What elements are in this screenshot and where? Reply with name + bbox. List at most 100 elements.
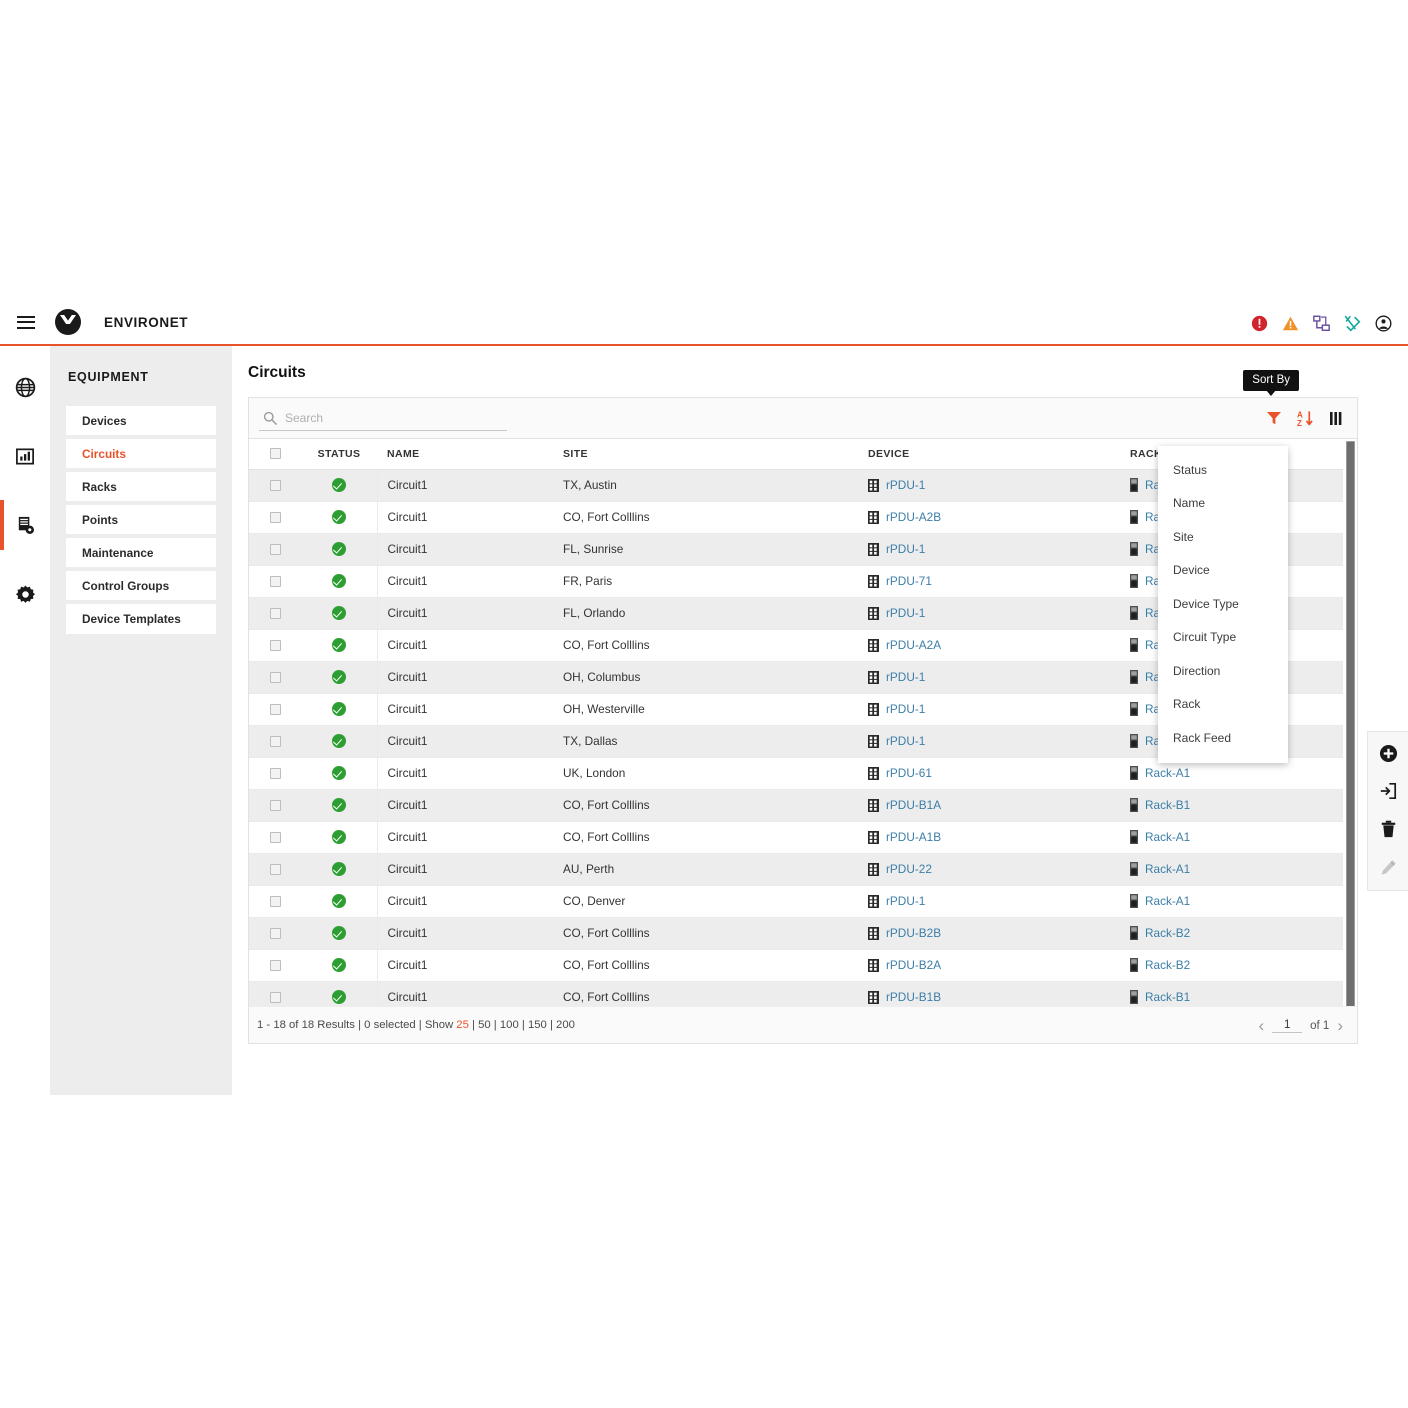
sidebar-item-circuits[interactable]: Circuits — [66, 439, 216, 469]
table-vertical-scrollbar[interactable] — [1346, 441, 1355, 1006]
sort-arrows-icon[interactable]: A Z — [1297, 410, 1314, 427]
device-link[interactable]: rPDU-1 — [886, 894, 925, 908]
row-checkbox[interactable] — [269, 960, 281, 972]
device-link[interactable]: rPDU-22 — [886, 862, 932, 876]
page-size-100[interactable]: 100 — [500, 1019, 519, 1031]
rack-link[interactable]: Rack-B1 — [1145, 798, 1190, 812]
table-row[interactable]: Circuit1 AU, Perth rPDU-22 Rack-A1 — [249, 853, 1343, 886]
row-checkbox[interactable] — [269, 704, 281, 716]
device-link[interactable]: rPDU-A2A — [886, 638, 941, 652]
table-footer: 1 - 18 of 18 Results | 0 selected | Show… — [249, 1006, 1357, 1043]
row-checkbox[interactable] — [269, 640, 281, 652]
device-link[interactable]: rPDU-B1A — [886, 798, 941, 812]
row-checkbox[interactable] — [269, 672, 281, 684]
user-account-icon[interactable] — [1375, 315, 1392, 332]
row-checkbox[interactable] — [269, 864, 281, 876]
rack-link[interactable]: Rack-A1 — [1145, 766, 1190, 780]
column-header-device[interactable]: DEVICE — [858, 439, 1120, 470]
device-link[interactable]: rPDU-1 — [886, 478, 925, 492]
table-row[interactable]: Circuit1 CO, Fort Colllins rPDU-B1B Rack-B1 — [249, 981, 1343, 1006]
table-row[interactable]: Circuit1 CO, Fort Colllins rPDU-B2A Rack-B2 — [249, 949, 1343, 982]
chevron-right-icon[interactable]: › — [1337, 1017, 1343, 1034]
device-link[interactable]: rPDU-B2A — [886, 958, 941, 972]
edit-button[interactable] — [1377, 856, 1399, 878]
column-header-status[interactable]: STATUS — [301, 439, 377, 470]
device-link[interactable]: rPDU-1 — [886, 606, 925, 620]
device-link[interactable]: rPDU-1 — [886, 734, 925, 748]
table-row[interactable]: Circuit1 CO, Fort Colllins rPDU-A1B Rack-A1 — [249, 821, 1343, 854]
sort-option-circuit-type[interactable]: Circuit Type — [1158, 621, 1288, 655]
device-link[interactable]: rPDU-1 — [886, 670, 925, 684]
page-size-25[interactable]: 25 — [456, 1019, 469, 1031]
alert-warning-icon[interactable] — [1282, 315, 1299, 332]
rail-item-global[interactable] — [0, 366, 50, 408]
pdu-device-icon — [868, 702, 879, 716]
device-link[interactable]: rPDU-1 — [886, 542, 925, 556]
row-checkbox[interactable] — [269, 800, 281, 812]
device-link[interactable]: rPDU-B2B — [886, 926, 941, 940]
page-size-50[interactable]: 50 — [478, 1019, 491, 1031]
table-row[interactable]: Circuit1 CO, Fort Colllins rPDU-B2B Rack-B2 — [249, 917, 1343, 950]
sidebar-item-racks[interactable]: Racks — [66, 472, 216, 502]
page-number-input[interactable]: 1 — [1272, 1019, 1303, 1033]
rack-link[interactable]: Rack-A1 — [1145, 894, 1190, 908]
network-icon[interactable] — [1313, 315, 1330, 332]
sidebar-item-control-groups[interactable]: Control Groups — [66, 571, 216, 601]
hamburger-menu-icon[interactable] — [17, 315, 35, 329]
alert-critical-icon[interactable] — [1251, 315, 1268, 332]
rack-link[interactable]: Rack-B2 — [1145, 926, 1190, 940]
table-row[interactable]: Circuit1 CO, Fort Colllins rPDU-B1A Rack-B1 — [249, 789, 1343, 822]
rail-item-equipment[interactable] — [0, 500, 50, 550]
row-checkbox[interactable] — [269, 544, 281, 556]
add-button[interactable] — [1377, 742, 1399, 764]
rack-link[interactable]: Rack-A1 — [1145, 862, 1190, 876]
filter-funnel-icon[interactable] — [1266, 410, 1282, 426]
sort-option-direction[interactable]: Direction — [1158, 654, 1288, 688]
columns-icon[interactable] — [1329, 411, 1345, 426]
sort-option-name[interactable]: Name — [1158, 487, 1288, 521]
sidebar-item-maintenance[interactable]: Maintenance — [66, 538, 216, 568]
row-checkbox[interactable] — [269, 512, 281, 524]
sort-option-device[interactable]: Device — [1158, 554, 1288, 588]
rail-item-reports[interactable] — [0, 435, 50, 477]
column-header-name[interactable]: NAME — [377, 439, 553, 470]
column-header-site[interactable]: SITE — [553, 439, 858, 470]
row-checkbox[interactable] — [269, 576, 281, 588]
sidebar-item-device-templates[interactable]: Device Templates — [66, 604, 216, 634]
row-checkbox[interactable] — [269, 992, 281, 1004]
device-link[interactable]: rPDU-1 — [886, 702, 925, 716]
search-input[interactable] — [285, 410, 485, 425]
rack-link[interactable]: Rack-B1 — [1145, 990, 1190, 1004]
row-checkbox[interactable] — [269, 480, 281, 492]
sort-option-site[interactable]: Site — [1158, 520, 1288, 554]
chevron-left-icon[interactable]: ‹ — [1258, 1017, 1264, 1034]
sort-option-device-type[interactable]: Device Type — [1158, 587, 1288, 621]
row-checkbox[interactable] — [269, 896, 281, 908]
sort-option-rack-feed[interactable]: Rack Feed — [1158, 721, 1288, 755]
row-checkbox[interactable] — [269, 768, 281, 780]
rack-link[interactable]: Rack-B2 — [1145, 958, 1190, 972]
tools-icon[interactable] — [1344, 315, 1361, 332]
sort-option-status[interactable]: Status — [1158, 453, 1288, 487]
device-link[interactable]: rPDU-61 — [886, 766, 932, 780]
page-size-200[interactable]: 200 — [556, 1019, 575, 1031]
rail-item-settings[interactable] — [0, 573, 50, 615]
device-link[interactable]: rPDU-A2B — [886, 510, 941, 524]
device-link[interactable]: rPDU-B1B — [886, 990, 941, 1004]
search-box[interactable] — [259, 405, 507, 431]
table-row[interactable]: Circuit1 CO, Denver rPDU-1 Rack-A1 — [249, 885, 1343, 918]
page-size-150[interactable]: 150 — [528, 1019, 547, 1031]
select-all-checkbox[interactable] — [269, 448, 281, 460]
device-link[interactable]: rPDU-A1B — [886, 830, 941, 844]
row-checkbox[interactable] — [269, 608, 281, 620]
sidebar-item-points[interactable]: Points — [66, 505, 216, 535]
row-checkbox[interactable] — [269, 832, 281, 844]
sort-option-rack[interactable]: Rack — [1158, 688, 1288, 722]
device-link[interactable]: rPDU-71 — [886, 574, 932, 588]
import-button[interactable] — [1377, 780, 1399, 802]
row-checkbox[interactable] — [269, 928, 281, 940]
sidebar-item-devices[interactable]: Devices — [66, 406, 216, 436]
rack-link[interactable]: Rack-A1 — [1145, 830, 1190, 844]
delete-button[interactable] — [1377, 818, 1399, 840]
row-checkbox[interactable] — [269, 736, 281, 748]
